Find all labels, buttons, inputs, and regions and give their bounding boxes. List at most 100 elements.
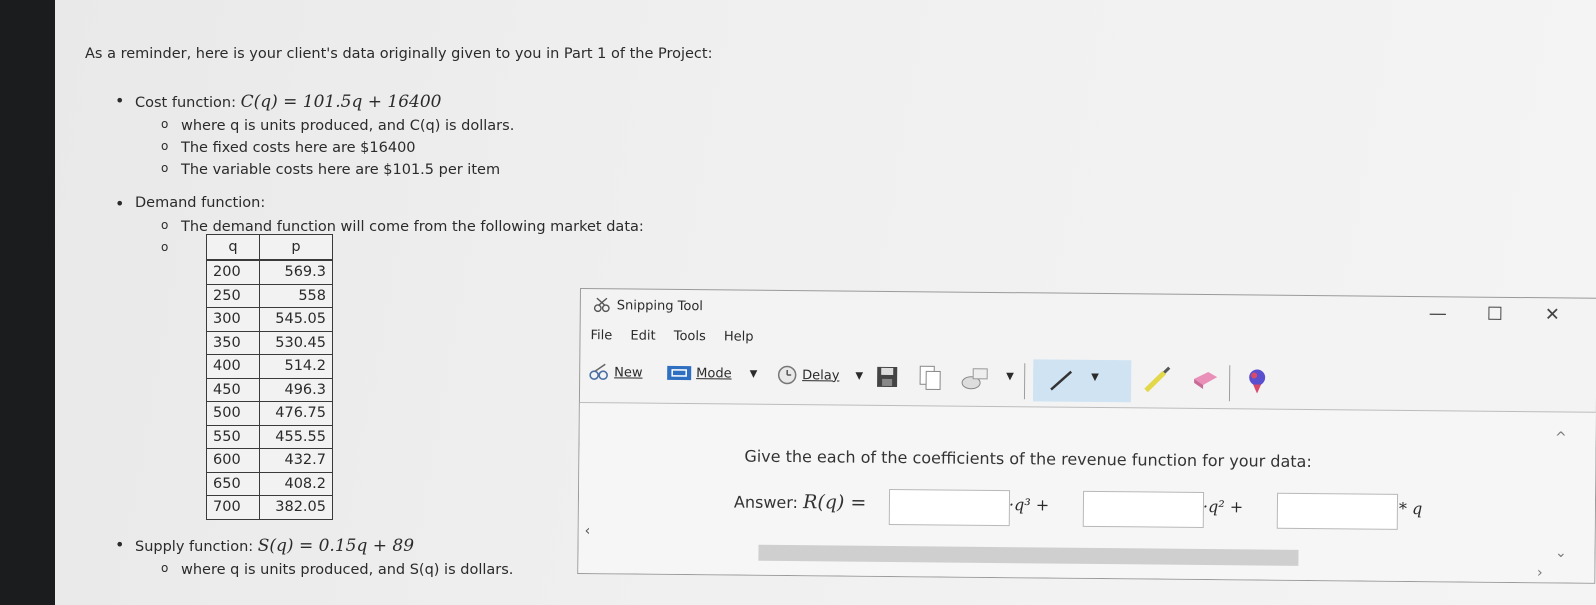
cost-note-3: The variable costs here are $101.5 per i…: [161, 161, 500, 178]
clock-icon: [777, 365, 797, 385]
answer-label: Answer:: [733, 492, 799, 513]
cell-q: 300: [206, 307, 260, 332]
cell-q: 200: [206, 259, 260, 285]
sub-bullet-marker: o: [161, 240, 169, 254]
menu-help[interactable]: Help: [724, 329, 754, 344]
send-snip-icon[interactable]: [959, 365, 991, 391]
mode-button[interactable]: Mode ▼: [666, 364, 757, 383]
cost-formula: C(q) = 101.5q + 16400: [240, 92, 442, 112]
pen-tool-selected[interactable]: ▼: [1032, 359, 1132, 403]
revenue-lhs: R(q) =: [802, 491, 867, 514]
cell-p: 408.2: [259, 471, 333, 496]
scissors-icon: [593, 297, 610, 313]
table-row: 700 382.05: [206, 495, 333, 520]
menu-tools[interactable]: Tools: [674, 329, 706, 344]
coefficient-q3-input[interactable]: [888, 488, 1011, 527]
table-row: 500 476.75: [206, 401, 333, 426]
send-dropdown-icon[interactable]: ▼: [1006, 371, 1014, 382]
cell-p: 476.75: [259, 401, 333, 426]
cell-p: 530.45: [259, 330, 333, 355]
table-row: 600 432.7: [206, 448, 333, 473]
delay-button[interactable]: Delay ▼: [776, 365, 863, 386]
cell-p: 514.2: [259, 354, 333, 379]
coefficient-q-input[interactable]: [1276, 492, 1399, 530]
header-q: q: [206, 234, 260, 261]
table-header-row: q p: [206, 234, 333, 261]
scroll-left-arrow[interactable]: ‹: [585, 523, 591, 539]
scroll-right-arrow[interactable]: ›: [1537, 565, 1543, 581]
term-q3: ·q³ +: [1008, 495, 1050, 515]
cell-p: 432.7: [259, 448, 333, 473]
mode-dropdown-icon[interactable]: ▼: [750, 368, 758, 379]
save-icon[interactable]: [876, 366, 898, 388]
menu-file[interactable]: File: [590, 328, 612, 343]
cell-q: 500: [206, 401, 260, 426]
new-snip-icon: [589, 363, 608, 381]
table-row: 300 545.05: [206, 307, 333, 332]
toolbar-separator-2: [1228, 365, 1231, 402]
table-row: 200 569.3: [206, 259, 333, 285]
cell-p: 558: [259, 283, 333, 308]
cell-p: 382.05: [259, 495, 333, 520]
minimize-button[interactable]: —: [1429, 303, 1447, 324]
cell-q: 400: [206, 354, 260, 379]
cost-function-item: Cost function: C(q) = 101.5q + 16400: [115, 91, 442, 112]
menu-bar: File Edit Tools Help: [590, 328, 767, 345]
table-row: 350 530.45: [206, 330, 333, 355]
term-q: * q: [1398, 498, 1423, 519]
horizontal-scrollbar[interactable]: [758, 544, 1299, 566]
table-row: 650 408.2: [206, 471, 333, 496]
cell-q: 450: [206, 377, 260, 402]
demand-note: The demand function will come from the f…: [161, 218, 644, 235]
table-row: 400 514.2: [206, 354, 333, 379]
snipping-tool-window: Snipping Tool — ☐ ✕ File Edit Tools Help…: [577, 288, 1596, 584]
maximize-button[interactable]: ☐: [1487, 304, 1503, 325]
supply-formula: S(q) = 0.15q + 89: [257, 536, 415, 556]
new-button[interactable]: New: [588, 363, 643, 382]
scroll-down-icon[interactable]: ⌄: [1555, 545, 1567, 561]
copy-icon[interactable]: [918, 364, 942, 390]
cost-label: Cost function:: [135, 95, 236, 111]
reminder-text: As a reminder, here is your client's dat…: [85, 46, 713, 62]
pen-icon: [1050, 370, 1073, 391]
cell-q: 550: [206, 424, 260, 449]
toolbar: New Mode ▼ Delay ▼ ▼ ▼: [586, 353, 1596, 407]
question-prompt: Give the each of the coefficients of the…: [744, 446, 1312, 472]
demand-label: Demand function:: [115, 194, 265, 213]
close-button[interactable]: ✕: [1545, 304, 1560, 325]
cell-p: 496.3: [259, 377, 333, 402]
pen-dropdown-icon[interactable]: ▼: [1091, 372, 1099, 383]
market-data-table: q p 200 569.3 250 558 300 545.05 350 530.45 400 5…: [206, 234, 333, 520]
delay-label: Delay: [802, 367, 840, 383]
cell-q: 600: [206, 448, 260, 473]
cell-p: 569.3: [259, 259, 333, 285]
header-p: p: [259, 234, 333, 261]
delay-dropdown-icon[interactable]: ▼: [855, 370, 863, 381]
cell-q: 350: [206, 330, 260, 355]
supply-function-item: Supply function: S(q) = 0.15q + 89: [115, 535, 415, 556]
cell-q: 700: [206, 495, 260, 520]
cell-p: 545.05: [259, 307, 333, 332]
window-title: Snipping Tool: [616, 298, 703, 315]
menu-edit[interactable]: Edit: [630, 328, 655, 343]
scroll-up-icon[interactable]: ^: [1555, 430, 1567, 446]
cell-q: 250: [206, 283, 260, 308]
supply-label: Supply function:: [135, 539, 254, 555]
snip-content-area: Give the each of the coefficients of the…: [578, 402, 1596, 583]
toolbar-separator: [1023, 363, 1026, 400]
new-label: New: [614, 364, 643, 381]
eraser-icon[interactable]: [1190, 369, 1220, 391]
paint-icon[interactable]: [1246, 367, 1268, 395]
cost-note-1: where q is units produced, and C(q) is d…: [161, 117, 514, 134]
title-bar[interactable]: Snipping Tool — ☐ ✕: [581, 289, 1596, 333]
coefficient-q2-input[interactable]: [1082, 490, 1205, 528]
cell-p: 455.55: [259, 424, 333, 449]
answer-row: Answer: R(q) =: [733, 490, 867, 514]
highlighter-icon[interactable]: [1142, 364, 1172, 394]
term-q2: ·q² +: [1202, 496, 1244, 517]
table-row: 450 496.3: [206, 377, 333, 402]
assignment-page: As a reminder, here is your client's dat…: [55, 0, 1596, 605]
cell-q: 650: [206, 471, 260, 496]
supply-note: where q is units produced, and S(q) is d…: [161, 561, 513, 578]
table-row: 550 455.55: [206, 424, 333, 449]
